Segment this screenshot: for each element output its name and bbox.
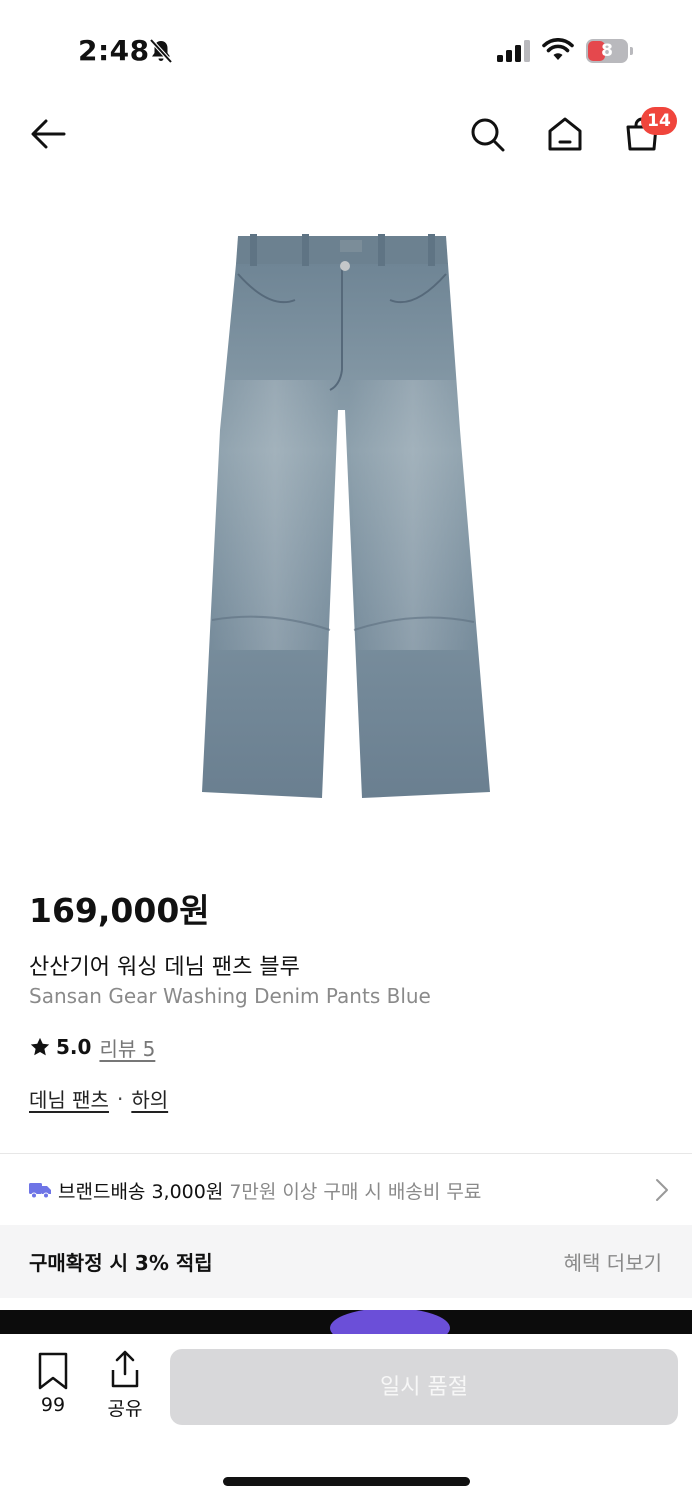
bookmark-count: 99: [40, 1394, 66, 1416]
product-name-ko: 산산기어 워싱 데님 팬츠 블루: [29, 955, 300, 980]
category-breadcrumb: 데님 팬츠 · 하의: [29, 1084, 168, 1113]
review-link[interactable]: 리뷰 5: [99, 1033, 155, 1062]
home-indicator: [223, 1477, 470, 1486]
back-arrow-icon[interactable]: [28, 114, 68, 154]
chevron-right-icon: [656, 1179, 668, 1201]
status-bar: 2:48 8: [0, 0, 692, 100]
banner-graphic: [330, 1310, 450, 1336]
top-nav-bar: [0, 100, 692, 170]
shipping-fee: 브랜드배송 3,000원: [58, 1180, 224, 1203]
benefit-row: 구매확정 시 3% 적립 혜택 더보기: [0, 1225, 692, 1298]
shipping-info-row[interactable]: 브랜드배송 3,000원 7만원 이상 구매 시 배송비 무료: [29, 1172, 669, 1208]
benefit-more-link[interactable]: 혜택 더보기: [564, 1247, 662, 1276]
wifi-icon: [542, 38, 574, 60]
bottom-action-bar: 99 공유 일시 품절: [0, 1334, 692, 1500]
section-divider: [0, 1153, 692, 1154]
bell-slash-icon: [149, 38, 173, 64]
cart-count-badge: 14: [641, 107, 677, 135]
sold-out-button[interactable]: 일시 품절: [170, 1349, 678, 1425]
shipping-free-condition: 7만원 이상 구매 시 배송비 무료: [229, 1180, 482, 1203]
category-link-denim-pants[interactable]: 데님 팬츠: [29, 1084, 109, 1113]
category-link-bottoms[interactable]: 하의: [131, 1084, 168, 1113]
star-icon: [30, 1037, 50, 1056]
category-separator: ·: [116, 1086, 124, 1111]
product-name-en: Sansan Gear Washing Denim Pants Blue: [29, 984, 431, 1008]
benefit-title: 구매확정 시 3% 적립: [29, 1251, 213, 1275]
share-icon: [111, 1350, 139, 1388]
search-icon[interactable]: [467, 114, 507, 154]
status-time: 2:48: [78, 34, 150, 67]
battery-icon: 8: [586, 39, 634, 65]
bookmark-button[interactable]: 99: [24, 1346, 82, 1422]
share-button[interactable]: 공유: [96, 1346, 154, 1422]
battery-level: 8: [601, 41, 613, 61]
product-price: 169,000원: [29, 891, 210, 930]
product-image[interactable]: [190, 230, 500, 805]
truck-icon: [29, 1183, 51, 1199]
rating-row: 5.0 리뷰 5: [29, 1032, 155, 1062]
promo-banner[interactable]: [0, 1310, 692, 1336]
share-label: 공유: [107, 1398, 143, 1420]
cellular-signal-icon: [497, 40, 530, 62]
bookmark-icon: [38, 1352, 68, 1390]
home-icon[interactable]: [545, 114, 585, 154]
rating-score: 5.0: [56, 1035, 92, 1059]
